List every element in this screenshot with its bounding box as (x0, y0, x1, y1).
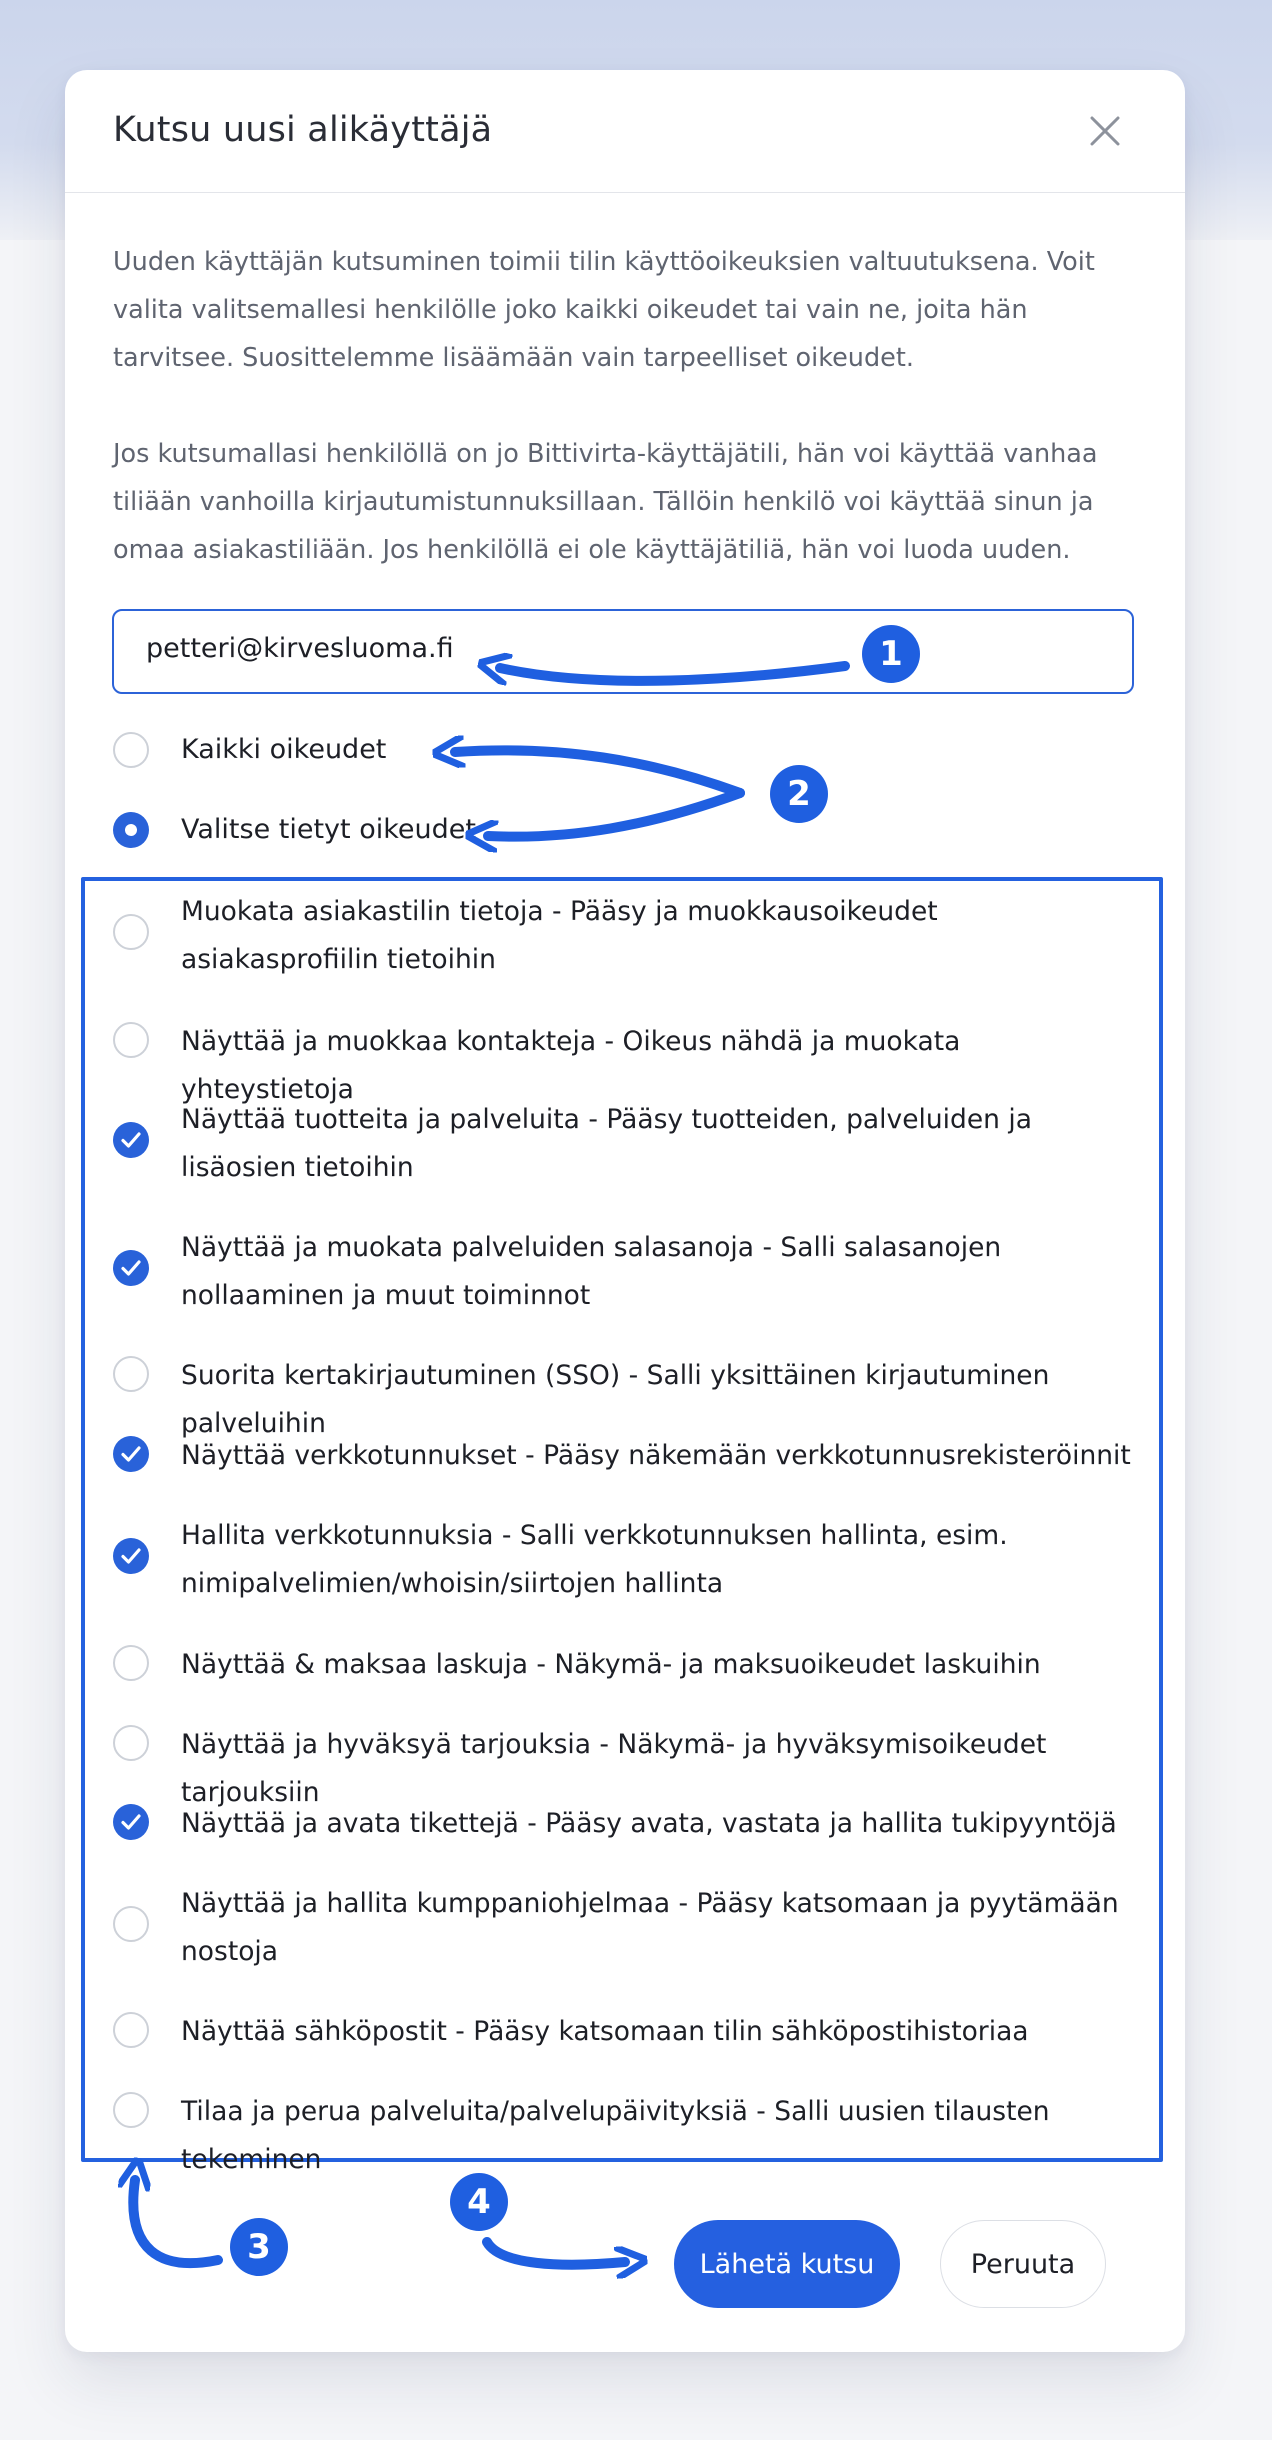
arrow-4 (482, 2237, 625, 2265)
arrow-2a (455, 750, 745, 798)
annotation-badge-1: 1 (862, 625, 920, 683)
annotation-badge-3: 3 (230, 2218, 288, 2276)
annotation-arrows (0, 0, 850, 2440)
annotation-badge-2: 2 (770, 765, 828, 823)
arrow-2b (488, 788, 745, 837)
annotation-badge-4: 4 (450, 2173, 508, 2231)
arrow-1 (500, 666, 850, 686)
arrow-3 (133, 2180, 223, 2269)
